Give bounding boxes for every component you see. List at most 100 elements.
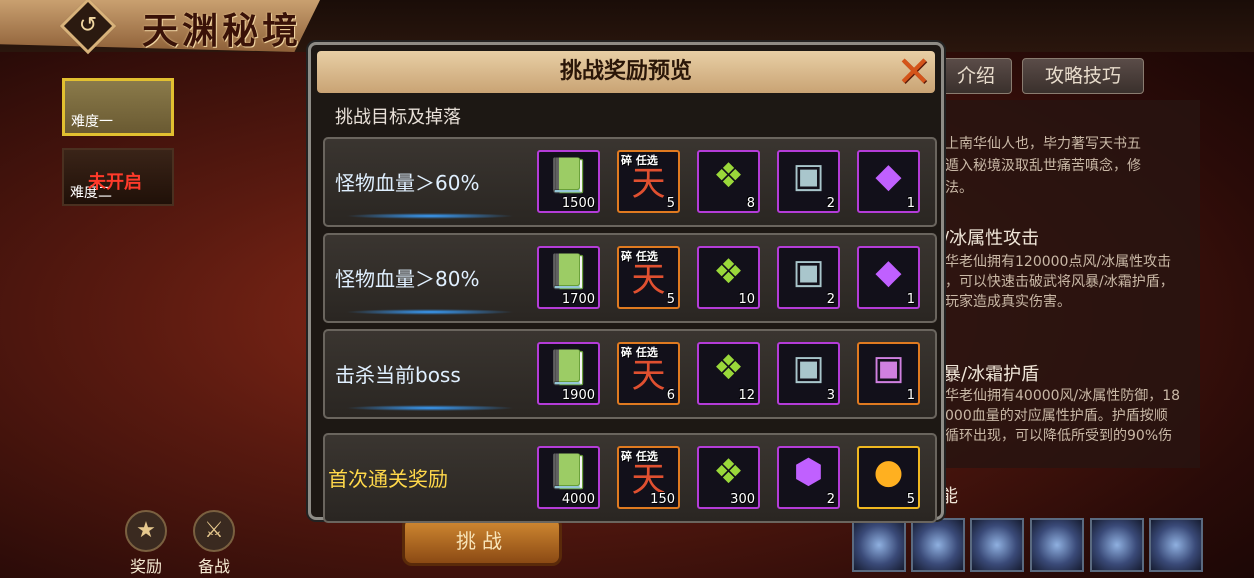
green-book-icon: 📗	[547, 348, 590, 388]
section1-line-3: 玩家造成真实伤害。	[945, 294, 1071, 310]
modal-header: 挑战奖励预览 ✕	[317, 51, 935, 93]
reward-item[interactable]: 天碎 任选 5	[617, 246, 680, 309]
boss-info-panel: 上南华仙人也，毕力著写天书五 遁入秘境汲取乱世痛苦嗔念，修 法。 /冰属性攻击 …	[935, 100, 1200, 468]
modal-subtitle: 挑战目标及掉落	[335, 107, 461, 128]
silver-chest-icon: ▣	[792, 156, 825, 196]
selectable-fragment-tag: 碎 任选	[621, 250, 658, 263]
reward-button[interactable]: ★ 奖励	[118, 510, 174, 576]
green-book-icon: 📗	[547, 156, 590, 196]
reward-item[interactable]: 天碎 任选 6	[617, 342, 680, 405]
row-glow	[345, 309, 515, 315]
reward-item[interactable]: ❖ 8	[697, 150, 760, 213]
reward-row-label: 击杀当前boss	[335, 363, 461, 387]
reward-item[interactable]: 📗 4000	[537, 446, 600, 509]
section2-line-3: 循环出现，可以降低所受到的90%伤	[945, 428, 1173, 444]
difficulty-1-label: 难度一	[71, 114, 113, 130]
green-cube-icon: ❖	[713, 156, 744, 196]
section1-line-1: 华老仙拥有120000点风/冰属性攻击	[945, 254, 1172, 270]
silver-chest-icon: ▣	[792, 252, 825, 292]
reward-item[interactable]: 📗 1700	[537, 246, 600, 309]
reward-item[interactable]: ❖ 12	[697, 342, 760, 405]
item-quantity: 1	[906, 388, 915, 403]
item-quantity: 2	[826, 492, 835, 507]
item-quantity: 1700	[561, 292, 595, 307]
intro-line-2: 遁入秘境汲取乱世痛苦嗔念，修	[945, 158, 1141, 174]
reward-item[interactable]: ❖ 300	[697, 446, 760, 509]
item-quantity: 150	[650, 492, 675, 507]
reward-row: 怪物血量＞60% 📗 1500 天碎 任选 5 ❖ 8 ▣ 2 ◆ 1	[323, 137, 937, 227]
section2-line-2: 000血量的对应属性护盾。护盾按顺	[945, 408, 1168, 424]
item-quantity: 6	[666, 388, 675, 403]
difficulty-2-button[interactable]: 难度二 未开启	[62, 148, 174, 206]
item-quantity: 10	[738, 292, 755, 307]
reward-item[interactable]: 📗 1900	[537, 342, 600, 405]
green-book-icon: 📗	[547, 252, 590, 292]
purple-gem-icon: ◆	[875, 252, 902, 292]
reward-item[interactable]: ● 5	[857, 446, 920, 509]
reward-row-label: 怪物血量＞60%	[335, 171, 480, 195]
row-glow	[345, 405, 515, 411]
section1-heading: /冰属性攻击	[943, 228, 1040, 249]
reward-item[interactable]: ▣ 1	[857, 342, 920, 405]
item-quantity: 12	[738, 388, 755, 403]
prepare-label: 备战	[197, 557, 230, 576]
tab-strategy[interactable]: 攻略技巧	[1022, 58, 1144, 94]
reward-row: 首次通关奖励 📗 4000 天碎 任选 150 ❖ 300 ⬢ 2 ● 5	[323, 433, 937, 523]
close-button[interactable]: ✕	[895, 51, 933, 93]
reward-row-label: 首次通关奖励	[328, 467, 448, 491]
section1-line-2: ，可以快速击破武将风暴/冰霜护盾，	[945, 274, 1174, 290]
item-quantity: 1	[906, 292, 915, 307]
skill-wind-icon[interactable]	[852, 518, 906, 572]
green-cube-icon: ❖	[713, 252, 744, 292]
reward-item[interactable]: 天碎 任选 150	[617, 446, 680, 509]
challenge-button[interactable]: 挑战	[402, 516, 562, 566]
reward-item[interactable]: ❖ 10	[697, 246, 760, 309]
skill-burst-icon[interactable]	[1090, 518, 1144, 572]
reward-row: 怪物血量＞80% 📗 1700 天碎 任选 5 ❖ 10 ▣ 2 ◆ 1	[323, 233, 937, 323]
item-quantity: 5	[906, 492, 915, 507]
purple-crystal-icon: ⬢	[793, 452, 824, 492]
section2-heading: 暴/冰霜护盾	[943, 364, 1040, 385]
item-quantity: 1900	[561, 388, 595, 403]
item-quantity: 2	[826, 196, 835, 211]
reward-item[interactable]: 天碎 任选 5	[617, 150, 680, 213]
reward-label: 奖励	[129, 557, 162, 576]
purple-chest-icon: ▣	[872, 348, 905, 388]
row-glow	[345, 213, 515, 219]
skill-slash-icon[interactable]	[911, 518, 965, 572]
item-quantity: 5	[666, 292, 675, 307]
item-quantity: 3	[826, 388, 835, 403]
section2-line-1: 华老仙拥有40000风/冰属性防御，18	[945, 388, 1181, 404]
back-arrow-icon: ↺	[78, 13, 98, 38]
reward-item[interactable]: ⬢ 2	[777, 446, 840, 509]
reward-item[interactable]: ◆ 1	[857, 246, 920, 309]
selectable-fragment-tag: 碎 任选	[621, 450, 658, 463]
purple-gem-icon: ◆	[875, 156, 902, 196]
difficulty-2-locked-label: 未开启	[88, 172, 142, 193]
reward-preview-modal: 挑战奖励预览 ✕ 挑战目标及掉落 怪物血量＞60% 📗 1500 天碎 任选 5 ❖ 8 ▣ 2…	[308, 42, 944, 523]
star-icon: ★	[125, 510, 167, 552]
reward-item[interactable]: 📗 1500	[537, 150, 600, 213]
intro-line-1: 上南华仙人也，毕力著写天书五	[945, 136, 1141, 152]
reward-item[interactable]: ◆ 1	[857, 150, 920, 213]
gold-gem-icon: ●	[873, 452, 904, 492]
intro-line-3: 法。	[945, 180, 973, 196]
reward-item[interactable]: ▣ 3	[777, 342, 840, 405]
reward-row-label: 怪物血量＞80%	[335, 267, 480, 291]
reward-item[interactable]: ▣ 2	[777, 150, 840, 213]
prepare-button[interactable]: ⚔ 备战	[186, 510, 242, 576]
item-quantity: 8	[746, 196, 755, 211]
tab-intro[interactable]: 介绍	[940, 58, 1012, 94]
close-icon: ✕	[896, 47, 932, 96]
reward-item[interactable]: ▣ 2	[777, 246, 840, 309]
skill-vortex-icon[interactable]	[970, 518, 1024, 572]
green-cube-icon: ❖	[713, 452, 744, 492]
item-quantity: 5	[666, 196, 675, 211]
modal-title: 挑战奖励预览	[559, 59, 692, 84]
green-cube-icon: ❖	[713, 348, 744, 388]
skill-ice-icon[interactable]	[1030, 518, 1084, 572]
difficulty-1-button[interactable]: 难度一	[62, 78, 174, 136]
selectable-fragment-tag: 碎 任选	[621, 154, 658, 167]
skill-orb-icon[interactable]	[1149, 518, 1203, 572]
silver-chest-icon: ▣	[792, 348, 825, 388]
